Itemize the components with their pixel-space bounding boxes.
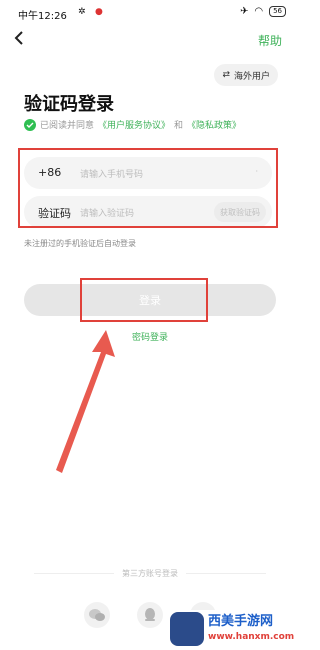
status-bar: 中午12:26 ✲ ● ✈ ◠ 56 bbox=[0, 0, 300, 26]
help-link[interactable]: 帮助 bbox=[258, 32, 282, 49]
watermark-url: www.hanxm.com bbox=[208, 632, 295, 642]
divider-line bbox=[186, 573, 266, 574]
service-agreement-link[interactable]: 《用户服务协议》 bbox=[98, 118, 170, 131]
agreement-prefix: 已阅读并同意 bbox=[40, 121, 95, 131]
watermark-logo bbox=[170, 612, 204, 646]
divider-line bbox=[34, 573, 114, 574]
wechat-icon[interactable] bbox=[84, 602, 110, 628]
wifi-icon: ◠ bbox=[254, 6, 264, 17]
overseas-user-button[interactable]: ⇄ 海外用户 bbox=[214, 64, 278, 86]
privacy-policy-link[interactable]: 《隐私政策》 bbox=[187, 118, 241, 131]
agreement-and: 和 bbox=[174, 121, 184, 131]
switch-icon: ⇄ bbox=[222, 70, 230, 80]
agreement-row: 已阅读并同意 《用户服务协议》 和 《隐私政策》 bbox=[24, 118, 241, 131]
annotation-box-fields bbox=[18, 148, 278, 228]
back-icon[interactable] bbox=[12, 30, 28, 46]
overseas-user-label: 海外用户 bbox=[233, 71, 270, 82]
app-icon: ● bbox=[95, 7, 103, 17]
status-right: ✈ ◠ 56 bbox=[240, 6, 286, 17]
battery-indicator: 56 bbox=[269, 6, 286, 17]
fan-icon: ✲ bbox=[78, 7, 86, 17]
third-party-label: 第三方账号登录 bbox=[122, 569, 178, 578]
status-time: 中午12:26 bbox=[18, 11, 67, 22]
watermark-title: 西美手游网 bbox=[208, 614, 274, 629]
airplane-icon: ✈ bbox=[239, 6, 249, 17]
check-icon[interactable] bbox=[24, 118, 36, 131]
qq-icon[interactable] bbox=[137, 602, 163, 628]
annotation-box-login bbox=[80, 278, 208, 322]
third-party-login-divider: 第三方账号登录 bbox=[0, 568, 300, 579]
watermark: 西美手游网 www.hanxm.com bbox=[170, 610, 300, 650]
auto-register-hint: 未注册过的手机验证后自动登录 bbox=[24, 239, 136, 248]
password-login-link[interactable]: 密码登录 bbox=[0, 330, 300, 343]
page-title: 验证码登录 bbox=[24, 94, 114, 115]
